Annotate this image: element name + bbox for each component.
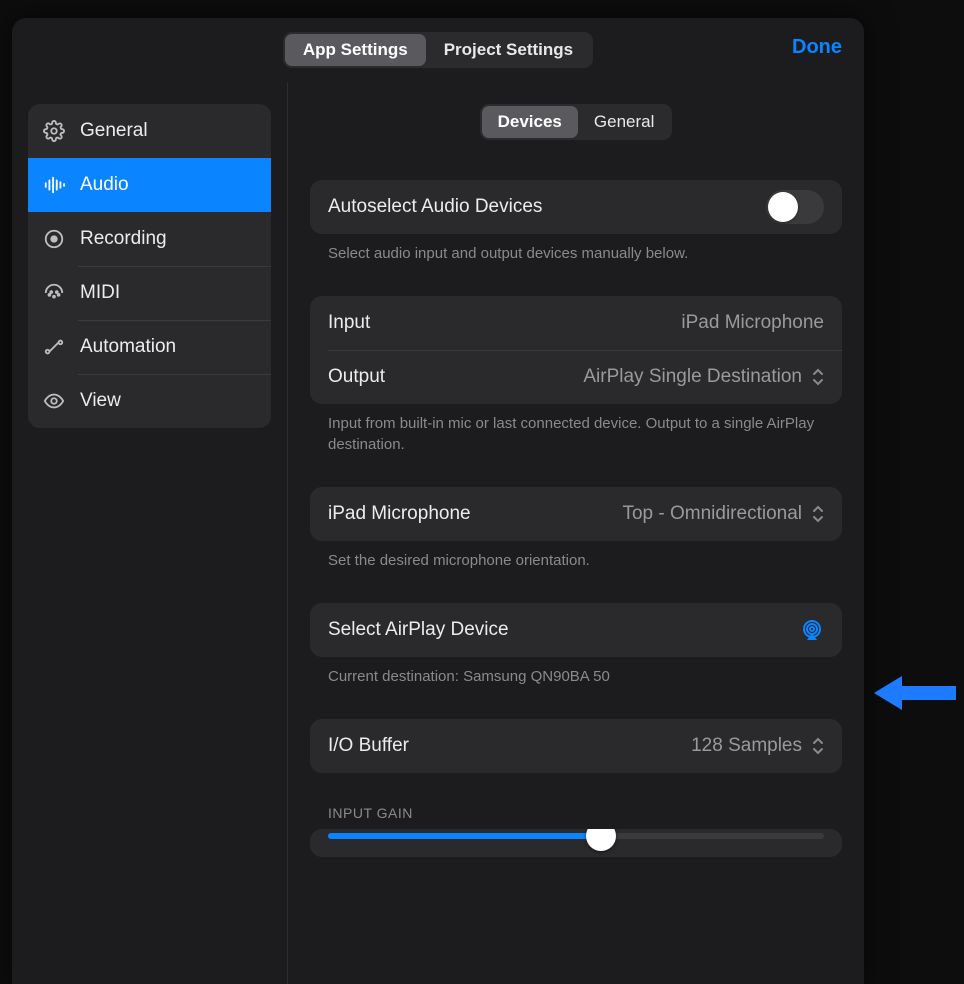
gear-icon bbox=[42, 119, 66, 143]
autoselect-note: Select audio input and output devices ma… bbox=[310, 234, 842, 264]
autoselect-row: Autoselect Audio Devices bbox=[310, 180, 842, 234]
sheet-header: App Settings Project Settings Done bbox=[12, 18, 864, 82]
updown-icon bbox=[812, 737, 824, 755]
airplay-icon bbox=[800, 618, 824, 642]
sidebar-item-automation[interactable]: Automation bbox=[28, 320, 271, 374]
sidebar-item-midi[interactable]: MIDI bbox=[28, 266, 271, 320]
subtab-general[interactable]: General bbox=[578, 106, 670, 138]
sidebar-item-label: View bbox=[80, 390, 121, 412]
buffer-block: I/O Buffer 128 Samples bbox=[310, 719, 842, 773]
autoselect-toggle[interactable] bbox=[766, 190, 824, 224]
output-label: Output bbox=[328, 366, 385, 388]
annotation-arrow bbox=[874, 672, 956, 714]
updown-icon bbox=[812, 368, 824, 386]
gain-slider-fill bbox=[328, 833, 601, 839]
waveform-icon bbox=[42, 173, 66, 197]
output-value: AirPlay Single Destination bbox=[583, 366, 824, 388]
input-row[interactable]: Input iPad Microphone bbox=[310, 296, 842, 350]
mic-note: Set the desired microphone orientation. bbox=[310, 541, 842, 571]
sidebar-item-audio[interactable]: Audio bbox=[28, 158, 271, 212]
settings-sheet: App Settings Project Settings Done Gener… bbox=[12, 18, 864, 984]
tab-project-settings[interactable]: Project Settings bbox=[426, 34, 591, 66]
mic-row[interactable]: iPad Microphone Top - Omnidirectional bbox=[310, 487, 842, 541]
airplay-note: Current destination: Samsung QN90BA 50 bbox=[310, 657, 842, 687]
buffer-label: I/O Buffer bbox=[328, 735, 409, 757]
input-label: Input bbox=[328, 312, 370, 334]
eye-icon bbox=[42, 389, 66, 413]
mic-value: Top - Omnidirectional bbox=[622, 503, 824, 525]
sidebar-group: General Audio Recording bbox=[28, 104, 271, 428]
autoselect-label: Autoselect Audio Devices bbox=[328, 196, 542, 218]
midi-icon bbox=[42, 281, 66, 305]
sidebar-item-view[interactable]: View bbox=[28, 374, 271, 428]
input-value: iPad Microphone bbox=[681, 312, 824, 334]
updown-icon bbox=[812, 505, 824, 523]
gain-block: INPUT GAIN bbox=[310, 805, 842, 857]
sidebar-item-label: Automation bbox=[80, 336, 176, 358]
tab-app-settings[interactable]: App Settings bbox=[285, 34, 426, 66]
mic-label: iPad Microphone bbox=[328, 503, 471, 525]
airplay-block: Select AirPlay Device Current destinatio… bbox=[310, 603, 842, 687]
io-note: Input from built-in mic or last connecte… bbox=[310, 404, 842, 455]
autoselect-block: Autoselect Audio Devices Select audio in… bbox=[310, 180, 842, 264]
content-pane: Devices General Autoselect Audio Devices… bbox=[288, 82, 864, 984]
header-segmented-control: App Settings Project Settings bbox=[283, 32, 593, 68]
gain-slider-thumb[interactable] bbox=[586, 829, 616, 851]
airplay-label: Select AirPlay Device bbox=[328, 619, 509, 641]
subtab-devices[interactable]: Devices bbox=[482, 106, 578, 138]
sidebar-item-label: MIDI bbox=[80, 282, 120, 304]
io-block: Input iPad Microphone Output AirPlay Sin… bbox=[310, 296, 842, 455]
sidebar: General Audio Recording bbox=[12, 82, 288, 984]
gain-slider[interactable] bbox=[328, 833, 824, 839]
automation-icon bbox=[42, 335, 66, 359]
sidebar-item-general[interactable]: General bbox=[28, 104, 271, 158]
sub-segmented-control: Devices General bbox=[480, 104, 673, 140]
gain-header: INPUT GAIN bbox=[310, 805, 842, 829]
sidebar-item-recording[interactable]: Recording bbox=[28, 212, 271, 266]
buffer-row[interactable]: I/O Buffer 128 Samples bbox=[310, 719, 842, 773]
record-icon bbox=[42, 227, 66, 251]
sidebar-item-label: Audio bbox=[80, 174, 129, 196]
sidebar-item-label: Recording bbox=[80, 228, 167, 250]
mic-block: iPad Microphone Top - Omnidirectional Se… bbox=[310, 487, 842, 571]
airplay-row[interactable]: Select AirPlay Device bbox=[310, 603, 842, 657]
output-row[interactable]: Output AirPlay Single Destination bbox=[310, 350, 842, 404]
done-button[interactable]: Done bbox=[792, 36, 842, 59]
buffer-value: 128 Samples bbox=[691, 735, 824, 757]
sidebar-item-label: General bbox=[80, 120, 148, 142]
